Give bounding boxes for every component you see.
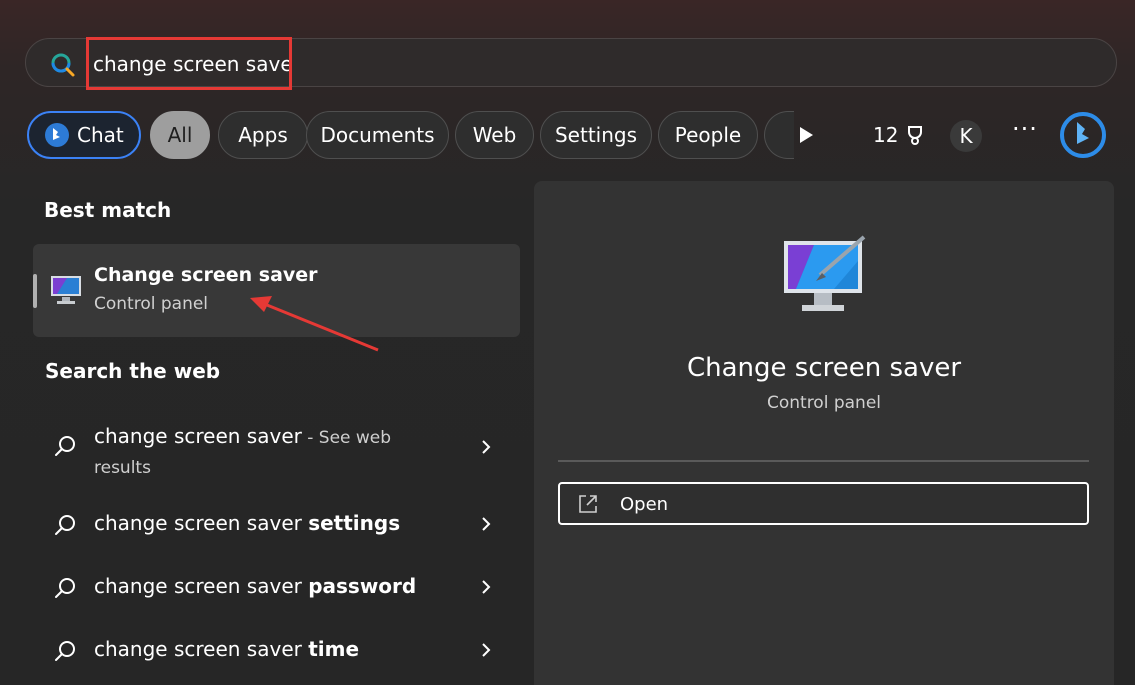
web-result-query: change screen saver (94, 637, 309, 661)
settings-chip-label: Settings (554, 123, 638, 147)
web-result-text: change screen saver - See web results (94, 422, 391, 482)
web-result-query: change screen saver (94, 574, 309, 598)
overflow-chip[interactable] (764, 111, 794, 159)
filter-bar: Chat All Apps Documents Web Settings Peo… (27, 111, 1117, 161)
chevron-right-icon (482, 580, 491, 594)
chevron-right-icon (482, 517, 491, 531)
open-external-icon (579, 495, 597, 513)
trophy-icon (908, 126, 923, 145)
search-icon (51, 53, 75, 77)
search-highlight-box (86, 37, 292, 90)
web-result-bold: time (308, 637, 360, 661)
search-icon (55, 578, 75, 598)
rewards-points[interactable]: 12 (873, 123, 926, 147)
search-icon (55, 641, 75, 661)
best-match-heading: Best match (44, 198, 172, 222)
search-icon (55, 515, 75, 535)
chevron-right-icon (482, 643, 491, 657)
web-result-query: change screen saver (94, 424, 302, 448)
divider (558, 460, 1089, 462)
web-chip[interactable]: Web (455, 111, 534, 159)
web-result-text: change screen saver time (94, 637, 359, 661)
avatar-initial: K (959, 124, 973, 148)
web-result-text: change screen saver settings (94, 511, 400, 535)
preview-title: Change screen saver (686, 353, 962, 383)
chevron-right-icon (482, 440, 491, 454)
chat-chip-label: Chat (77, 123, 124, 147)
documents-chip-label: Documents (320, 123, 435, 147)
web-result-suffix-line2: results (94, 458, 151, 478)
search-bar[interactable] (25, 37, 1117, 90)
web-result-item[interactable]: change screen saver settings (33, 495, 520, 555)
web-chip-label: Web (472, 123, 517, 147)
points-count: 12 (873, 123, 899, 147)
best-match-name: Change screen saver (94, 264, 318, 286)
monitor-icon (51, 276, 81, 304)
search-icon (55, 436, 75, 456)
people-chip[interactable]: People (658, 111, 758, 159)
apps-chip-label: Apps (238, 123, 288, 147)
open-button-label: Open (620, 494, 669, 515)
web-result-query: change screen saver (94, 511, 309, 535)
settings-chip[interactable]: Settings (540, 111, 652, 159)
selection-indicator (33, 274, 37, 308)
people-chip-label: People (674, 123, 742, 147)
web-result-suffix: - See web (301, 428, 392, 448)
preview-subtitle: Control panel (766, 393, 882, 413)
web-result-item[interactable]: change screen saver password (33, 558, 520, 618)
web-result-text: change screen saver password (94, 574, 416, 598)
search-input[interactable] (93, 51, 289, 76)
bing-chat-icon (45, 123, 69, 147)
chat-chip[interactable]: Chat (27, 111, 141, 159)
open-button[interactable]: Open (558, 482, 1089, 525)
all-chip[interactable]: All (150, 111, 210, 159)
search-web-heading: Search the web (45, 359, 221, 383)
avatar[interactable]: K (950, 120, 982, 152)
web-result-item[interactable]: change screen saver - See web results (33, 405, 520, 478)
web-result-bold: password (308, 574, 417, 598)
play-icon[interactable] (797, 125, 815, 145)
documents-chip[interactable]: Documents (306, 111, 449, 159)
bing-icon[interactable] (1059, 111, 1107, 159)
more-options-icon[interactable]: ··· (1012, 115, 1038, 143)
screen-saver-monitor-icon (784, 235, 866, 311)
best-match-subtitle: Control panel (94, 294, 209, 314)
all-chip-label: All (167, 123, 193, 147)
preview-panel: Change screen saver Control panel Open (534, 181, 1114, 685)
best-match-item[interactable]: Change screen saver Control panel (33, 244, 520, 337)
apps-chip[interactable]: Apps (218, 111, 308, 159)
web-result-bold: settings (308, 511, 401, 535)
web-result-item[interactable]: change screen saver time (33, 621, 520, 681)
